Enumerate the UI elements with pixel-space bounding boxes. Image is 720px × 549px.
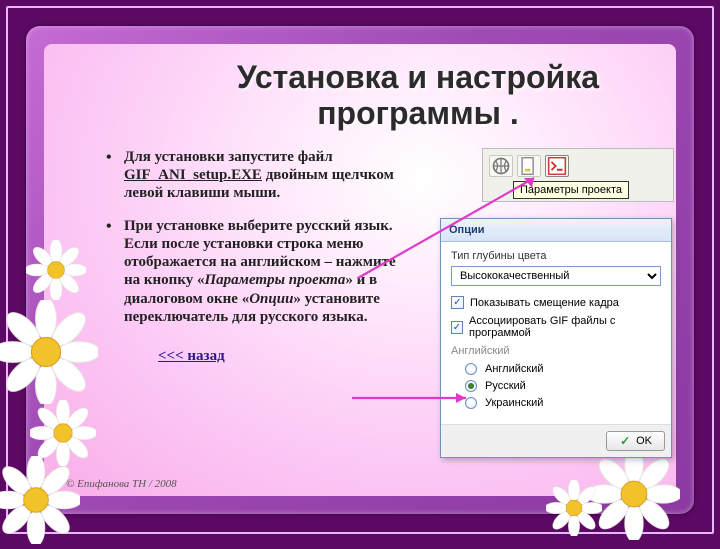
ok-button[interactable]: ✓ OK [606,431,665,451]
copyright: © Епифанова ТН / 2008 [66,478,177,490]
radio-ukrainian[interactable]: Украинский [465,397,661,409]
toolbar-btn-settings-icon [545,155,569,177]
page-title: Установка и настройка программы . [184,60,652,132]
toolbar-btn-globe-icon [489,155,513,177]
toolbar-screenshot: Параметры проекта [482,148,674,202]
toolbar-row [489,155,667,177]
bullet-list: Для установки запустите файл GIF_ANI_set… [104,148,414,327]
language-heading: Английский [451,345,661,357]
dialog-title: Опции [441,219,671,242]
check-icon: ✓ [619,435,631,447]
depth-label: Тип глубины цвета [451,250,661,262]
radio-russian[interactable]: Русский [465,380,661,392]
bullet-2: При установке выберите русский язык. Есл… [104,217,414,327]
depth-select[interactable]: Высококачественный [451,266,661,286]
options-dialog: Опции Тип глубины цвета Высококачественн… [440,218,672,458]
radio-icon [465,397,477,409]
radio-icon [465,363,477,375]
checkbox-offset[interactable]: ✓ Показывать смещение кадра [451,296,661,309]
bullet-1: Для установки запустите файл GIF_ANI_set… [104,148,414,203]
slide-outer: Установка и настройка программы . Для ус… [6,6,714,534]
check-icon: ✓ [451,296,464,309]
setup-filename: GIF_ANI_setup.EXE [124,167,262,183]
radio-icon [465,380,477,392]
check-icon: ✓ [451,321,463,334]
toolbar-tooltip: Параметры проекта [513,181,629,199]
toolbar-btn-doc-icon [517,155,541,177]
checkbox-associate[interactable]: ✓ Ассоциировать GIF файлы с программой [451,315,661,339]
radio-english[interactable]: Английский [465,363,661,375]
back-link[interactable]: <<< назад [158,348,225,365]
